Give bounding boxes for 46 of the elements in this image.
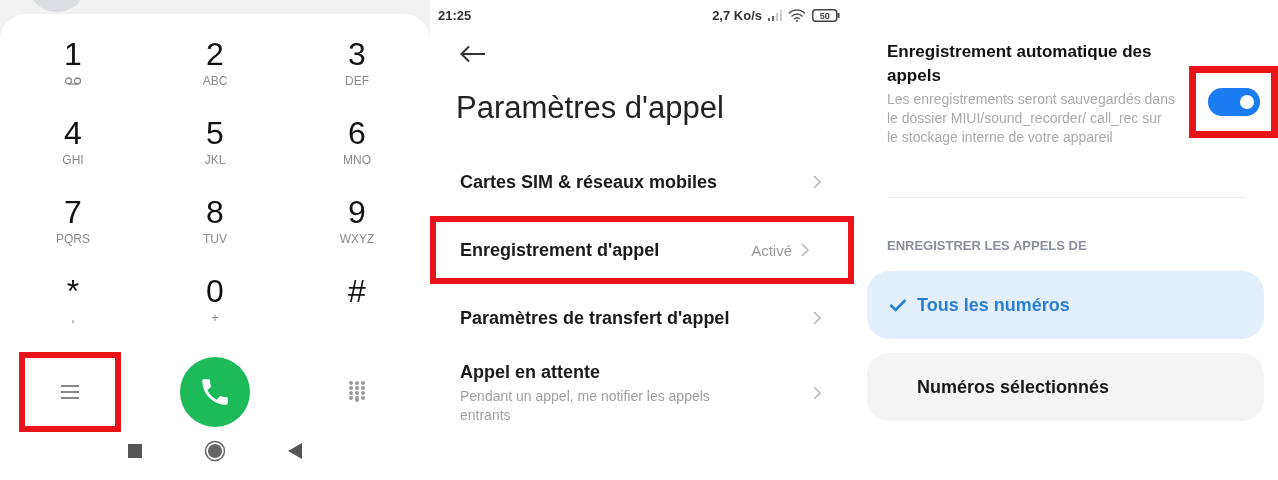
back-icon[interactable] xyxy=(288,443,302,459)
dial-key[interactable]: 4 GHI xyxy=(2,115,144,194)
row-description: Pendant un appel, me notifier les appels entrants xyxy=(460,386,711,425)
toggle-switch[interactable] xyxy=(1207,88,1260,116)
row-label: Cartes SIM & réseaux mobiles xyxy=(460,171,719,193)
chevron-icon xyxy=(800,242,810,258)
row-label: Paramètres de transfert d'appel xyxy=(460,307,731,329)
settings-row[interactable]: Cartes SIM & réseaux mobiles xyxy=(430,148,860,216)
settings-row[interactable]: Appel en attente Pendant un appel, me notifier les appels entrants xyxy=(430,352,860,434)
section-header: ENREGISTRER LES APPELS DE xyxy=(887,238,1088,253)
dialpad-icon xyxy=(348,379,366,402)
dial-key[interactable]: 1 xyxy=(2,36,144,115)
battery-icon: 50 xyxy=(812,9,840,22)
dial-key[interactable]: 6 MNO xyxy=(286,115,428,194)
dial-key[interactable]: # xyxy=(286,273,428,352)
dial-key[interactable]: 9 WXYZ xyxy=(286,194,428,273)
chevron-icon xyxy=(812,174,822,190)
status-time: 21:25 xyxy=(438,8,472,23)
dial-key[interactable]: * , xyxy=(2,273,144,352)
row-value: Activé xyxy=(751,241,792,259)
chevron-icon xyxy=(812,310,822,326)
row-label: Appel en attente xyxy=(460,361,602,383)
dial-key[interactable]: 0 + xyxy=(144,273,286,352)
dial-key[interactable]: 8 TUV xyxy=(144,194,286,273)
dial-key[interactable]: 2 ABC xyxy=(144,36,286,115)
network-speed: 2,7 Ko/s xyxy=(712,8,762,23)
settings-row[interactable]: Enregistrement d'appel Activé xyxy=(430,216,854,284)
home-icon[interactable] xyxy=(204,440,226,462)
check-icon xyxy=(889,298,907,312)
menu-icon xyxy=(60,385,80,399)
setting-title: Enregistrement automatique des appels xyxy=(887,41,1153,87)
menu-button[interactable] xyxy=(19,352,121,432)
chevron-icon xyxy=(812,385,822,401)
setting-description: Les enregistrements seront sauvegardés dans le dossier MIUI/sound_recorder/ call_rec sur le stockage interne de votre appareil xyxy=(887,90,1176,147)
dial-key[interactable]: 3 DEF xyxy=(286,36,428,115)
back-arrow-icon xyxy=(460,45,486,63)
wifi-icon xyxy=(788,9,806,22)
row-label: Enregistrement d'appel xyxy=(460,239,661,261)
settings-row[interactable]: Paramètres de transfert d'appel xyxy=(430,284,860,352)
option-item[interactable]: Numéros sélectionnés xyxy=(867,353,1264,421)
dial-key[interactable]: 7 PQRS xyxy=(2,194,144,273)
voicemail-icon xyxy=(64,76,82,86)
option-item[interactable]: Tous les numéros xyxy=(867,271,1264,339)
dial-key[interactable]: 5 JKL xyxy=(144,115,286,194)
page-title: Paramètres d'appel xyxy=(456,90,725,126)
signal-icon xyxy=(768,10,782,21)
